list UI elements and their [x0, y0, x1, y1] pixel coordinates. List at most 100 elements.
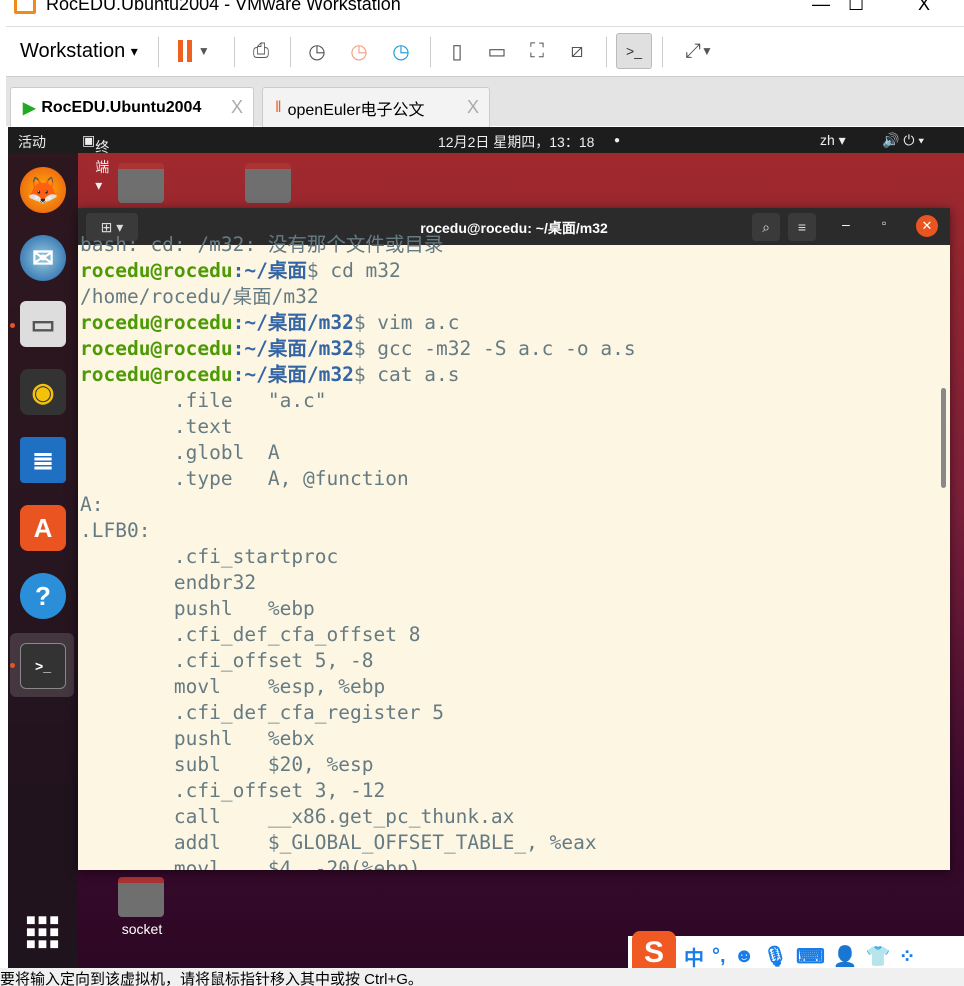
prompt-path: :~/桌面/m32	[232, 337, 354, 360]
stretch-icon[interactable]: ⤢ ▼	[674, 33, 724, 69]
dock: 🦊 ✉ ▭ ◉ ≣ A ? >_ ■■■ ■■■ ■■■	[8, 153, 78, 968]
terminal-line: addl $_GLOBAL_OFFSET_TABLE_, %eax	[80, 831, 597, 854]
window-titlebar: RocEDU.Ubuntu2004 - VMware Workstation —…	[0, 0, 964, 20]
send-keys-icon[interactable]: ⎙	[246, 33, 276, 69]
terminal-line: call __x86.get_pc_thunk.ax	[80, 805, 515, 828]
terminal-line: .cfi_def_cfa_offset 8	[80, 623, 421, 646]
tab-rocedu-ubuntu[interactable]: ▶ RocEDU.Ubuntu2004 X	[10, 87, 254, 127]
help-icon[interactable]: ?	[20, 573, 66, 619]
workstation-menu[interactable]: Workstation ▾	[20, 33, 138, 69]
vm-running-icon: ▶	[23, 99, 36, 117]
ubuntu-top-bar: 活动 ▣ 终端 ▾ 12月2日 星期四，13：18 ● zh ▾ 🔊 ⏻ ▾	[8, 127, 964, 193]
thumbnail-view-icon[interactable]: ▭	[482, 33, 512, 69]
terminal-line: .type A, @function	[80, 467, 409, 490]
vmware-logo-icon	[14, 0, 36, 14]
tab-openeuler[interactable]: ‖ openEuler电子公文 X	[262, 87, 490, 127]
terminal-line: pushl %ebp	[80, 597, 315, 620]
firefox-icon[interactable]: 🦊	[20, 167, 66, 213]
thunderbird-icon[interactable]: ✉	[20, 235, 66, 281]
desktop-folder[interactable]	[245, 163, 291, 203]
terminal-line: subl $20, %esp	[80, 753, 374, 776]
prompt: rocedu@rocedu	[80, 337, 233, 360]
minimize-button[interactable]: —	[812, 0, 830, 15]
app-menu-label: 终端 ▾	[95, 139, 110, 193]
terminal-line: movl %esp, %ebp	[80, 675, 386, 698]
terminal-line: .text	[80, 415, 233, 438]
terminal-line: bash: cd: /m32: 没有那个文件或目录	[80, 233, 444, 256]
status-bar: 要将输入定向到该虚拟机，请将鼠标指针移入其中或按 Ctrl+G。	[0, 968, 964, 986]
software-center-icon[interactable]: A	[20, 505, 66, 551]
terminal-line: rocedu@rocedu:~/桌面$ cd m32	[80, 258, 950, 284]
maximize-icon[interactable]: ▫	[882, 216, 886, 230]
minimize-icon[interactable]: –	[842, 216, 850, 232]
command: $ vim a.c	[353, 311, 460, 334]
files-icon[interactable]: ▭	[20, 301, 66, 347]
prompt-path: :~/桌面	[232, 259, 307, 282]
desktop-folder-home[interactable]	[118, 163, 164, 203]
console-view-icon[interactable]: >_	[616, 33, 652, 69]
keyboard-icon[interactable]: ⌨	[796, 944, 825, 969]
vm-tabs: ▶ RocEDU.Ubuntu2004 X ‖ openEuler电子公文 X	[6, 76, 964, 127]
chevron-down-icon: ▾	[130, 42, 138, 59]
activities-button[interactable]: 活动	[18, 132, 46, 152]
command: $ gcc -m32 -S a.c -o a.s	[353, 337, 636, 360]
ime-punctuation[interactable]: °,	[712, 945, 726, 968]
vm-paused-icon: ‖	[275, 98, 282, 116]
ime-mode[interactable]: 中	[684, 942, 704, 971]
tab-close-icon[interactable]: X	[467, 97, 479, 118]
close-button[interactable]: X	[918, 0, 930, 15]
rhythmbox-icon[interactable]: ◉	[20, 369, 66, 415]
pause-button[interactable]: ▼	[172, 33, 216, 69]
fullscreen-icon[interactable]: ⛶	[522, 33, 552, 69]
maximize-button[interactable]: ☐	[848, 0, 864, 15]
toolbar: Workstation ▾ ▼ ⎙ ◷ ◷ ◷ ▯ ▭ ⛶ ⧄ >_ ⤢ ▼	[6, 26, 964, 74]
terminal-icon[interactable]: >_	[20, 643, 66, 689]
emoji-icon[interactable]: ☻	[734, 945, 755, 968]
vm-display[interactable]: 活动 ▣ 终端 ▾ 12月2日 星期四，13：18 ● zh ▾ 🔊 ⏻ ▾ 🦊…	[8, 127, 964, 968]
command: $ cat a.s	[353, 363, 460, 386]
pause-icon	[178, 40, 193, 62]
prompt: rocedu@rocedu	[80, 259, 233, 282]
microphone-icon[interactable]: 🎙	[763, 944, 788, 969]
terminal-output[interactable]: bash: cd: /m32: 没有那个文件或目录 rocedu@rocedu:~…	[80, 232, 950, 870]
terminal-line: .LFB0:	[80, 519, 151, 542]
sidebar-view-icon[interactable]: ▯	[442, 33, 472, 69]
show-applications-icon[interactable]: ■■■ ■■■ ■■■	[26, 913, 61, 953]
terminal-line: .cfi_def_cfa_register 5	[80, 701, 444, 724]
prompt: rocedu@rocedu	[80, 363, 233, 386]
toolbox-icon[interactable]: ⁘	[899, 944, 916, 969]
terminal-line: rocedu@rocedu:~/桌面/m32$ cat a.s	[80, 362, 950, 388]
prompt: rocedu@rocedu	[80, 311, 233, 334]
tab-close-icon[interactable]: X	[231, 97, 243, 118]
snapshot-take-icon[interactable]: ◷	[302, 33, 332, 69]
terminal-line: /home/rocedu/桌面/m32	[80, 285, 319, 308]
terminal-window[interactable]: ⊞ ▾ rocedu@rocedu: ~/桌面/m32 ⌕ ≡ – ▫ ✕ ba…	[78, 208, 950, 870]
terminal-line: .globl A	[80, 441, 280, 464]
terminal-app-menu[interactable]: ▣ 终端 ▾	[82, 132, 109, 193]
terminal-line: endbr32	[80, 571, 257, 594]
tab-label: RocEDU.Ubuntu2004	[41, 98, 202, 116]
snapshot-revert-icon[interactable]: ◷	[344, 33, 374, 69]
workstation-label: Workstation	[20, 39, 126, 62]
terminal-line: pushl %ebx	[80, 727, 315, 750]
window-title: RocEDU.Ubuntu2004 - VMware Workstation	[46, 0, 401, 14]
terminal-line: .file "a.c"	[80, 389, 327, 412]
scrollbar[interactable]	[941, 388, 946, 488]
prompt-path: :~/桌面/m32	[232, 363, 354, 386]
prompt-path: :~/桌面/m32	[232, 311, 354, 334]
user-icon[interactable]: 👤	[833, 944, 858, 969]
unity-icon[interactable]: ⧄	[562, 33, 592, 69]
tab-label: openEuler电子公文	[287, 101, 425, 119]
terminal-line: .cfi_offset 5, -8	[80, 649, 374, 672]
skin-icon[interactable]: 👕	[866, 944, 891, 969]
command: $ cd m32	[306, 259, 401, 282]
system-menu[interactable]: 🔊 ⏻ ▾	[882, 132, 924, 149]
clock[interactable]: 12月2日 星期四，13：18	[438, 132, 594, 152]
desktop-folder-socket[interactable]	[118, 877, 164, 917]
language-menu[interactable]: zh ▾	[820, 132, 846, 149]
libreoffice-writer-icon[interactable]: ≣	[20, 437, 66, 483]
terminal-line: .cfi_startproc	[80, 545, 339, 568]
snapshot-manager-icon[interactable]: ◷	[386, 33, 416, 69]
terminal-line: rocedu@rocedu:~/桌面/m32$ gcc -m32 -S a.c …	[80, 336, 950, 362]
folder-label: socket	[121, 921, 163, 937]
